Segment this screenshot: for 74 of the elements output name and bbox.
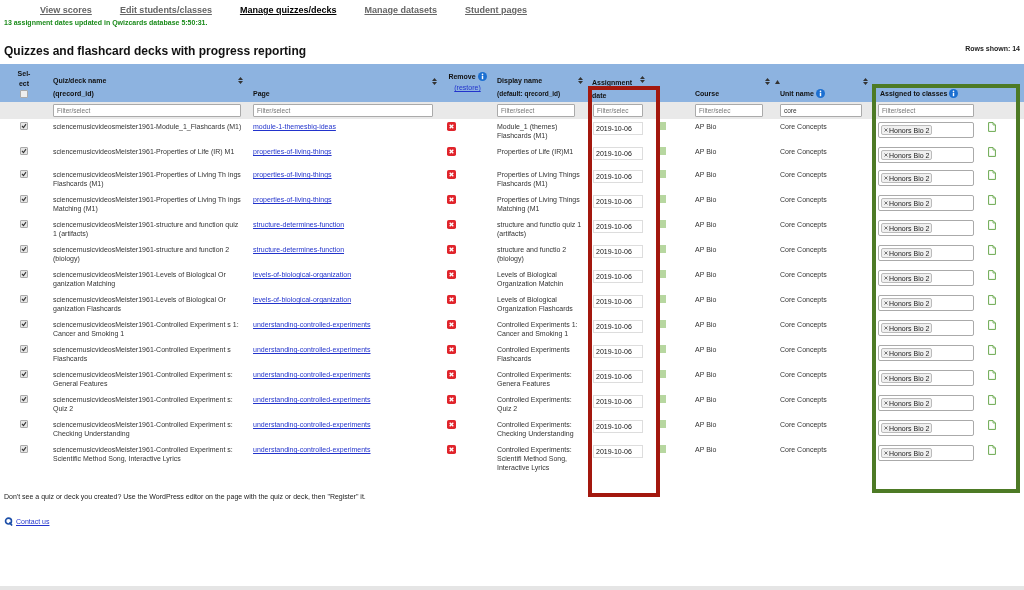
remove-tag-icon[interactable]: [884, 128, 888, 132]
remove-icon[interactable]: [447, 445, 456, 454]
checkbox[interactable]: [20, 270, 28, 278]
copy-icon[interactable]: [988, 220, 996, 230]
remove-icon[interactable]: [447, 395, 456, 404]
remove-icon[interactable]: [447, 295, 456, 304]
remove-tag-icon[interactable]: [884, 276, 888, 280]
checkbox[interactable]: [20, 90, 28, 98]
checkbox[interactable]: [20, 220, 28, 228]
checkbox[interactable]: [20, 122, 28, 130]
sort-ascending-icon[interactable]: [775, 79, 780, 84]
remove-tag-icon[interactable]: [884, 176, 888, 180]
copy-icon[interactable]: [988, 147, 996, 157]
checkbox[interactable]: [20, 245, 28, 253]
checkbox[interactable]: [20, 345, 28, 353]
copy-icon[interactable]: [988, 395, 996, 405]
remove-icon[interactable]: [447, 320, 456, 329]
copy-icon[interactable]: [988, 320, 996, 330]
remove-icon[interactable]: [447, 370, 456, 379]
checkbox[interactable]: [20, 445, 28, 453]
copy-icon[interactable]: [988, 445, 996, 455]
copy-icon[interactable]: [988, 170, 996, 180]
remove-tag-icon[interactable]: [884, 451, 888, 455]
sort-icon[interactable]: [640, 76, 645, 83]
remove-tag-icon[interactable]: [884, 376, 888, 380]
checkbox[interactable]: [20, 295, 28, 303]
sort-icon[interactable]: [238, 77, 243, 84]
sort-icon[interactable]: [765, 78, 770, 85]
checkbox[interactable]: [20, 195, 28, 203]
info-icon[interactable]: [949, 89, 959, 98]
copy-icon[interactable]: [988, 420, 996, 430]
copy-icon[interactable]: [988, 122, 996, 132]
remove-tag-icon[interactable]: [884, 426, 888, 430]
remove-icon[interactable]: [447, 122, 456, 131]
nav-tab[interactable]: Edit students/classes: [119, 4, 212, 18]
sort-icon[interactable]: [578, 77, 583, 84]
remove-icon[interactable]: [447, 245, 456, 254]
checkbox[interactable]: [20, 320, 28, 328]
info-icon[interactable]: [477, 72, 487, 81]
copy-icon[interactable]: [988, 345, 996, 355]
info-icon[interactable]: [815, 89, 825, 98]
nav-tab[interactable]: Manage quizzes/decks: [239, 4, 337, 18]
remove-tag-icon[interactable]: [884, 153, 888, 157]
remove-tag-icon[interactable]: [884, 251, 888, 255]
remove-tag-icon[interactable]: [884, 226, 888, 230]
remove-tag-icon[interactable]: [884, 401, 888, 405]
sort-icon[interactable]: [863, 78, 868, 85]
remove-icon[interactable]: [447, 147, 456, 156]
checkbox[interactable]: [20, 420, 28, 428]
remove-icon[interactable]: [447, 270, 456, 279]
remove-icon[interactable]: [447, 170, 456, 179]
remove-icon[interactable]: [447, 195, 456, 204]
q-logo-icon: [4, 517, 13, 527]
copy-icon[interactable]: [988, 195, 996, 205]
remove-tag-icon[interactable]: [884, 301, 888, 305]
nav-tab[interactable]: Student pages: [465, 4, 527, 18]
copy-icon[interactable]: [988, 295, 996, 305]
nav-tab[interactable]: View scores: [40, 4, 92, 18]
checkbox[interactable]: [20, 170, 28, 178]
sort-icon[interactable]: [432, 78, 437, 85]
copy-icon[interactable]: [988, 245, 996, 255]
page-title: Quizzes and flashcard decks with progress reporting: [4, 43, 307, 60]
checkbox[interactable]: [20, 395, 28, 403]
checkbox[interactable]: [20, 147, 28, 155]
remove-icon[interactable]: [447, 420, 456, 429]
copy-icon[interactable]: [988, 270, 996, 280]
remove-tag-icon[interactable]: [884, 201, 888, 205]
remove-icon[interactable]: [447, 345, 456, 354]
remove-tag-icon[interactable]: [884, 351, 888, 355]
checkbox[interactable]: [20, 370, 28, 378]
copy-icon[interactable]: [988, 370, 996, 380]
remove-tag-icon[interactable]: [884, 326, 888, 330]
remove-icon[interactable]: [447, 220, 456, 229]
nav-tab[interactable]: Manage datasets: [364, 4, 437, 18]
